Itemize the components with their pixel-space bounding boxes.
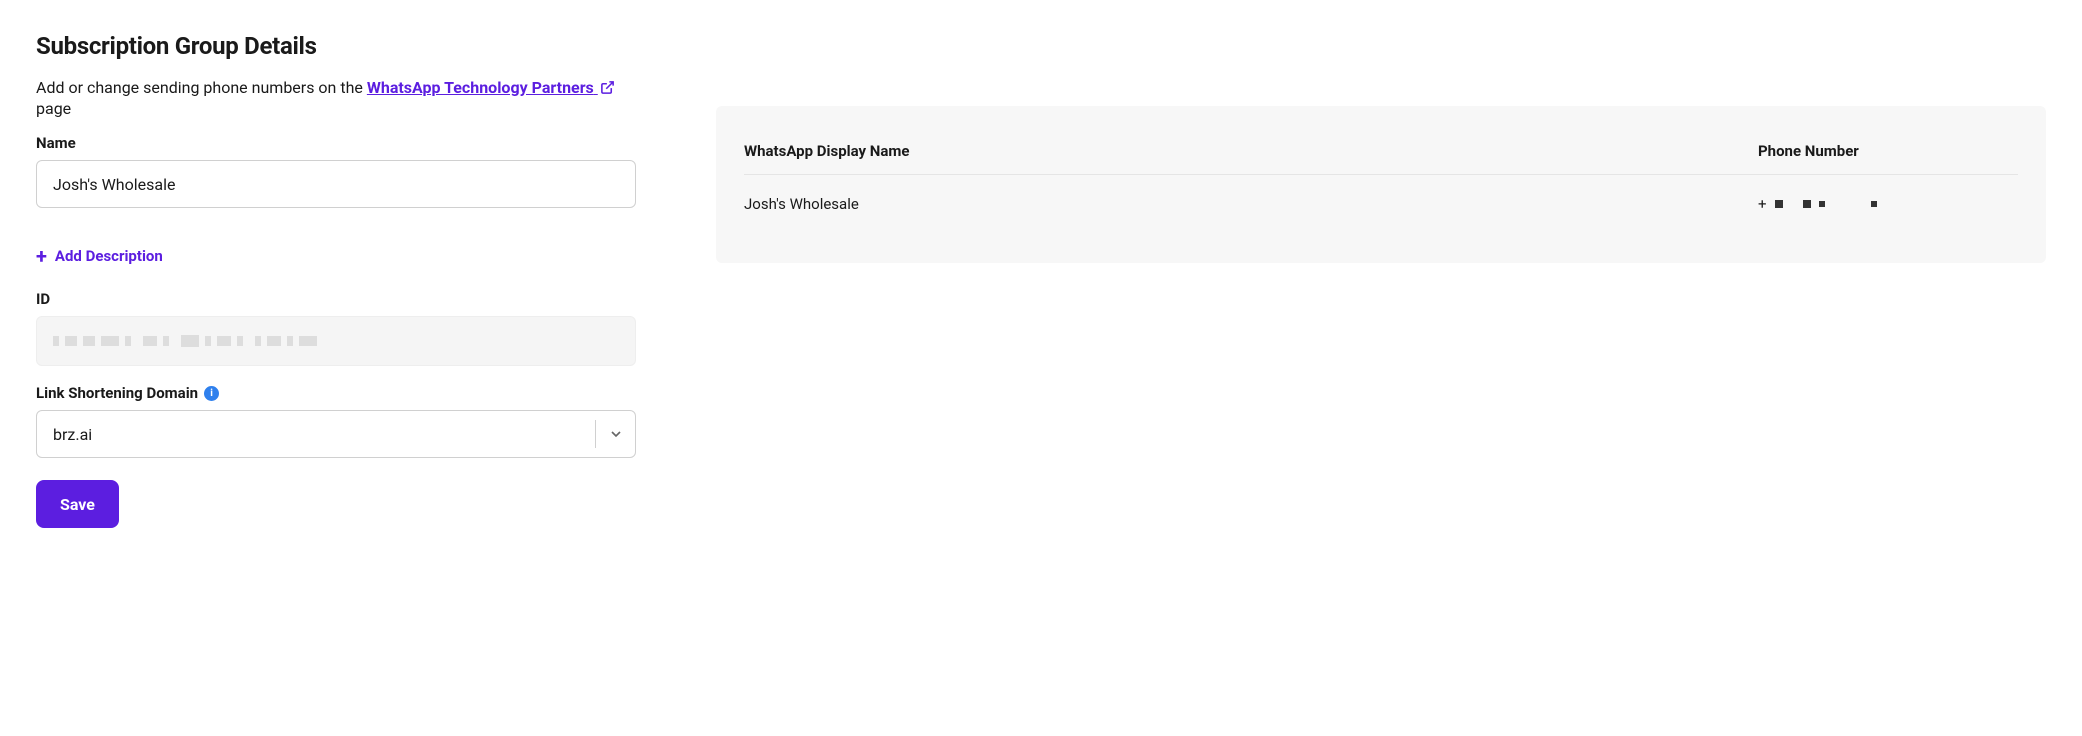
table-row: Josh's Wholesale +: [744, 187, 2018, 221]
add-description-label: Add Description: [55, 247, 163, 265]
col-header-display-name: WhatsApp Display Name: [744, 142, 1758, 160]
name-label: Name: [36, 134, 636, 152]
row-phone: +: [1758, 195, 2018, 213]
subtitle-suffix: page: [36, 99, 71, 118]
add-description-button[interactable]: + Add Description: [36, 242, 163, 270]
id-label: ID: [36, 290, 636, 308]
link-domain-value: brz.ai: [53, 425, 92, 444]
external-link-icon: [600, 80, 615, 99]
save-button[interactable]: Save: [36, 480, 119, 528]
page-title: Subscription Group Details: [36, 32, 636, 60]
plus-icon: +: [36, 246, 47, 266]
technology-partners-link[interactable]: WhatsApp Technology Partners: [367, 78, 615, 97]
row-display-name: Josh's Wholesale: [744, 195, 1758, 213]
link-domain-label: Link Shortening Domain: [36, 384, 198, 402]
name-input[interactable]: [36, 160, 636, 208]
link-domain-select[interactable]: brz.ai: [36, 410, 636, 458]
subtitle: Add or change sending phone numbers on t…: [36, 78, 636, 118]
id-field: [36, 316, 636, 366]
info-icon[interactable]: i: [204, 386, 219, 401]
col-header-phone: Phone Number: [1758, 142, 2018, 160]
subtitle-prefix: Add or change sending phone numbers on t…: [36, 78, 367, 97]
phone-numbers-table: WhatsApp Display Name Phone Number Josh'…: [716, 106, 2046, 263]
technology-partners-link-text: WhatsApp Technology Partners: [367, 78, 594, 97]
phone-prefix: +: [1758, 195, 1767, 213]
